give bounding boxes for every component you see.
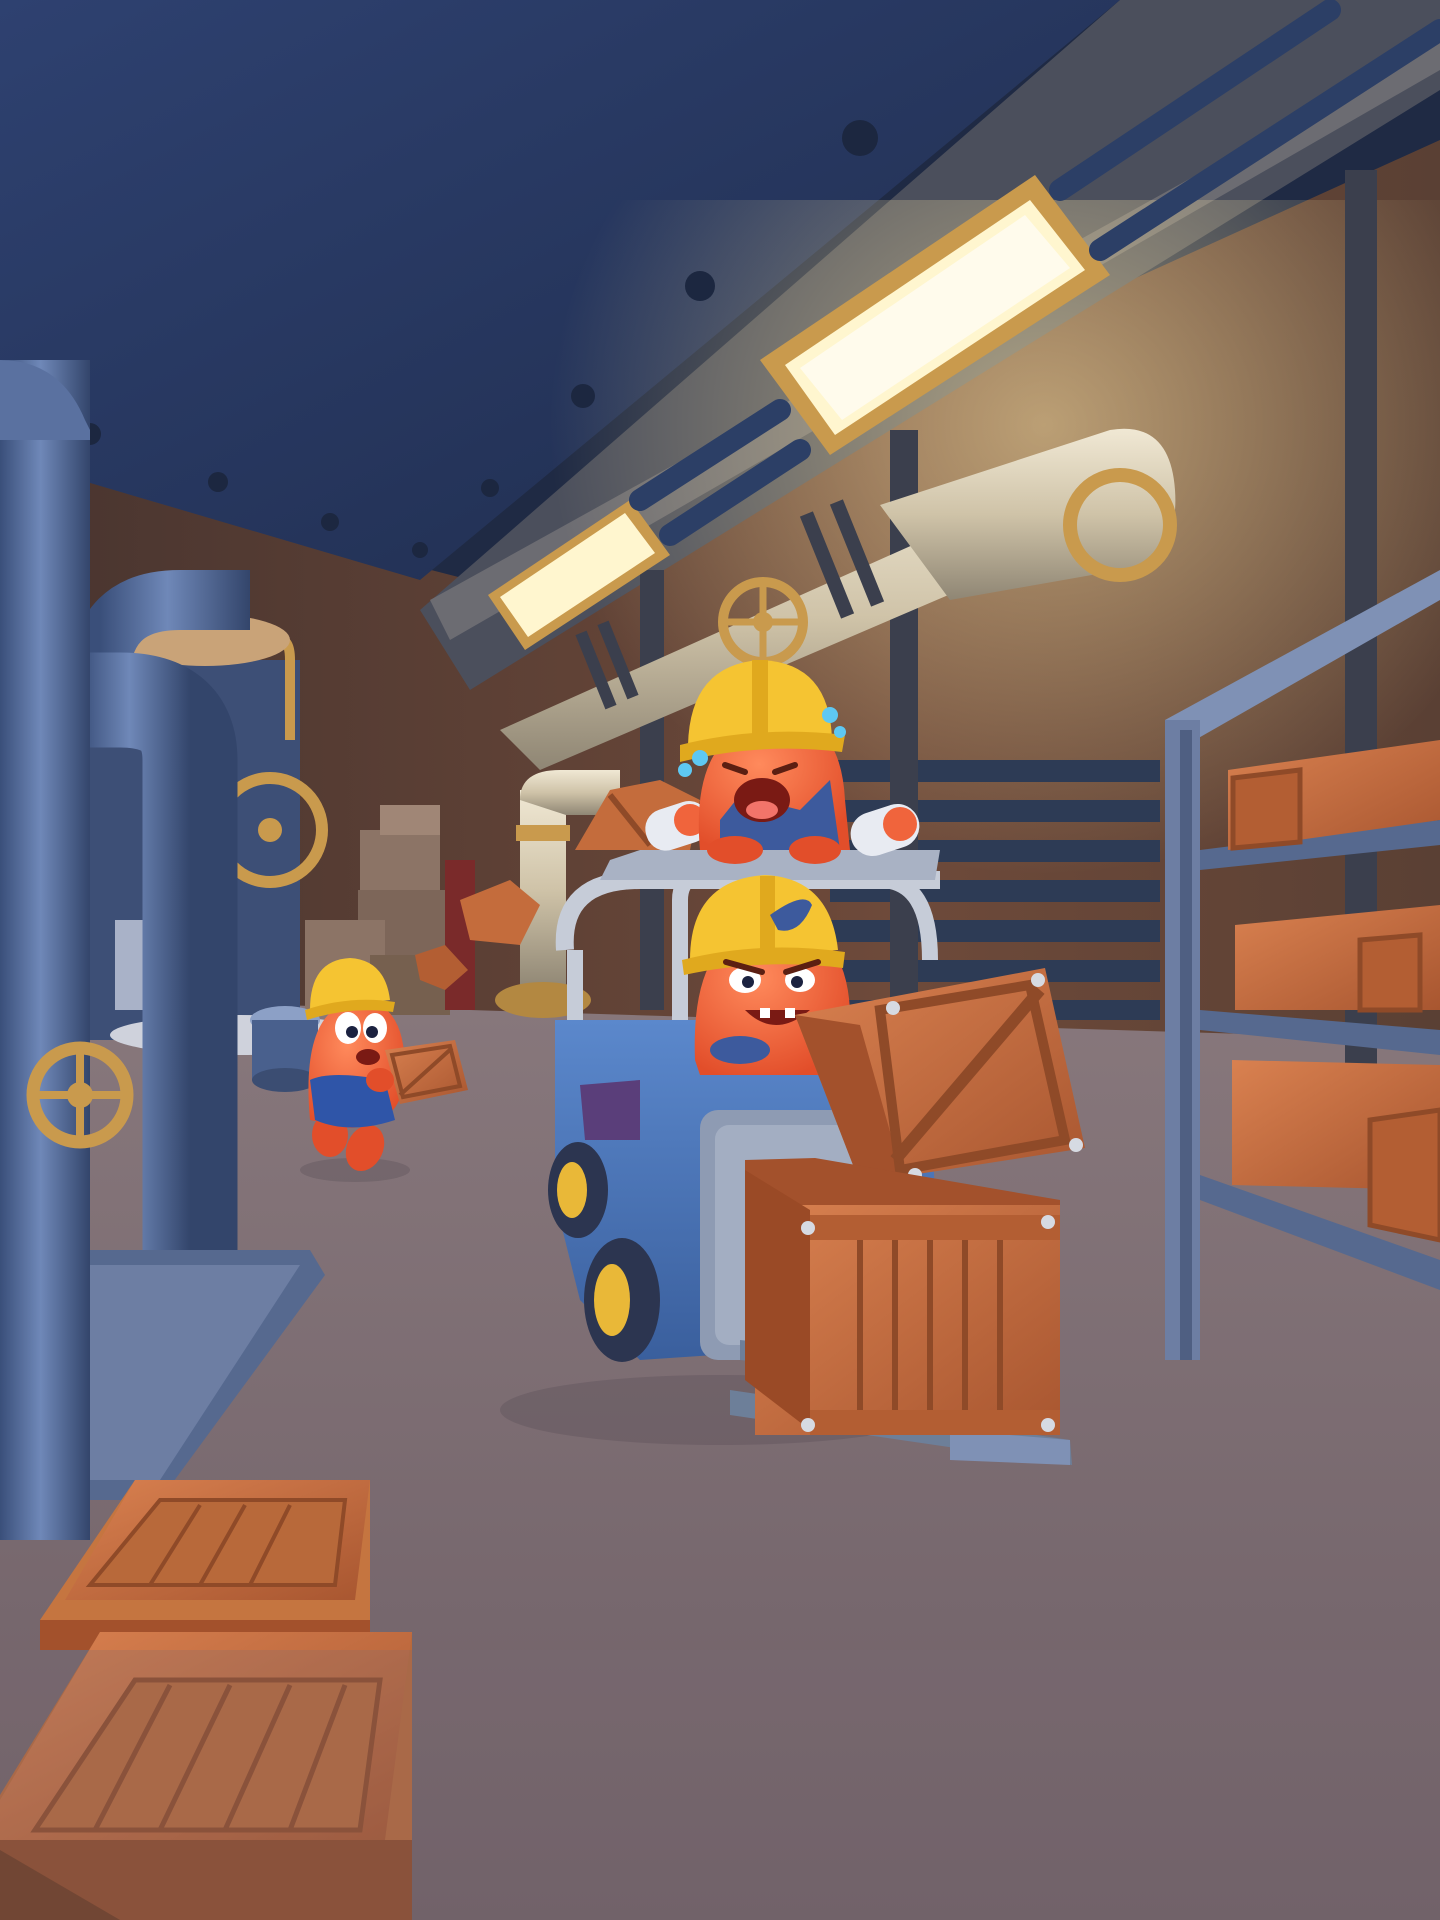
warehouse-scene <box>0 0 1440 1920</box>
big-blue-pipe <box>0 360 90 1540</box>
forklift-seat <box>580 1080 640 1140</box>
valve-wheel-icon <box>26 1041 134 1149</box>
floor-haze <box>0 1650 1440 1920</box>
valve-wheel-icon <box>718 577 808 667</box>
lifted-crate-bottom <box>745 1158 1060 1435</box>
forklift-wheel <box>548 1142 608 1238</box>
forklift-wheel <box>584 1238 660 1362</box>
